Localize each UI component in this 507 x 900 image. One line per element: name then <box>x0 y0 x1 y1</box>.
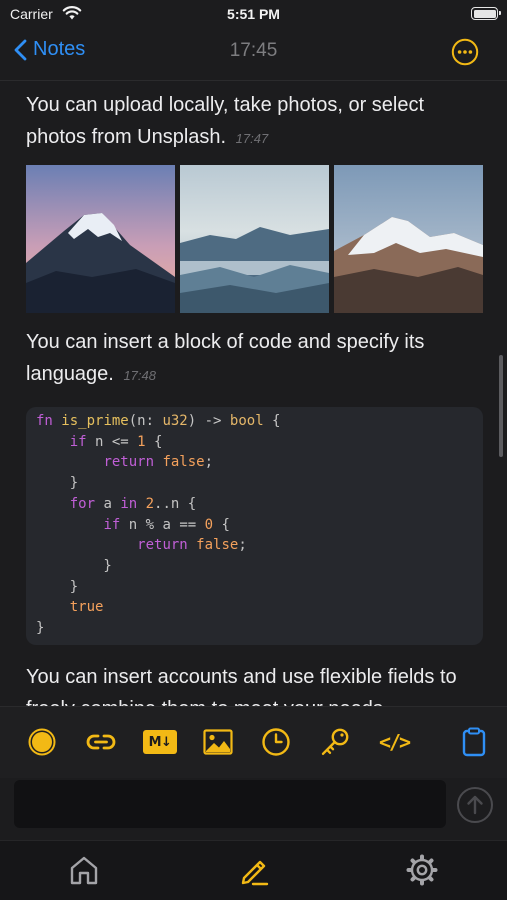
image-button[interactable] <box>201 725 235 759</box>
markdown-icon: M↓ <box>143 730 177 754</box>
image-icon <box>203 729 233 755</box>
tab-settings[interactable] <box>405 853 439 887</box>
scroll-indicator[interactable] <box>499 355 503 457</box>
back-button-label: Notes <box>33 38 86 60</box>
mountain-photo[interactable] <box>180 165 329 313</box>
arrow-up-circle-icon <box>457 787 493 823</box>
edit-icon <box>241 860 269 886</box>
paragraph-text: You can insert a block of code and speci… <box>26 331 425 385</box>
code-content: fn is_prime(n: u32) -> bool { if n <= 1 … <box>36 413 281 637</box>
chevron-left-icon <box>14 39 27 60</box>
tab-edit[interactable] <box>237 853 271 887</box>
tab-home[interactable] <box>67 853 101 887</box>
navigation-bar: Notes 17:45 <box>0 30 507 76</box>
code-block[interactable]: fn is_prime(n: u32) -> bool { if n <= 1 … <box>26 407 483 645</box>
paragraph-text: You can insert accounts and use flexible… <box>26 666 457 706</box>
paragraph-text: You can upload locally, take photos, or … <box>26 94 425 148</box>
send-button[interactable] <box>456 786 494 824</box>
battery-icon <box>471 7 501 20</box>
note-paragraph: You can insert accounts and use flexible… <box>26 661 488 706</box>
reminder-button[interactable] <box>259 725 293 759</box>
key-icon <box>321 728 349 755</box>
more-icon <box>451 38 479 66</box>
record-button[interactable] <box>25 725 59 759</box>
markdown-button[interactable]: M↓ <box>143 725 177 759</box>
note-paragraph: You can upload locally, take photos, or … <box>26 89 488 155</box>
paragraph-timestamp: 17:48 <box>123 368 156 383</box>
clock-icon <box>262 728 290 756</box>
clock-time: 5:51 PM <box>227 6 280 22</box>
link-icon <box>86 734 116 750</box>
code-icon: </> <box>378 730 411 754</box>
photo-gallery <box>26 165 483 313</box>
gear-icon <box>406 854 438 886</box>
clipboard-icon <box>462 727 486 757</box>
link-button[interactable] <box>84 725 118 759</box>
note-text-input[interactable] <box>14 780 446 828</box>
code-button[interactable]: </> <box>377 725 411 759</box>
more-options-button[interactable] <box>451 38 479 66</box>
editor-toolbar: M↓ </> <box>0 706 507 778</box>
input-bar <box>0 778 507 840</box>
record-icon <box>28 728 56 756</box>
status-bar: Carrier 5:51 PM <box>0 0 507 30</box>
note-content[interactable]: You can upload locally, take photos, or … <box>0 81 507 706</box>
mountain-photo[interactable] <box>26 165 175 313</box>
back-button[interactable]: Notes <box>14 38 85 61</box>
paragraph-timestamp: 17:47 <box>235 131 269 146</box>
mountain-photo[interactable] <box>334 165 483 313</box>
tab-bar <box>0 840 507 900</box>
note-paragraph: You can insert a block of code and speci… <box>26 326 488 392</box>
clipboard-button[interactable] <box>457 725 491 759</box>
home-icon <box>70 856 98 885</box>
account-button[interactable] <box>318 725 352 759</box>
